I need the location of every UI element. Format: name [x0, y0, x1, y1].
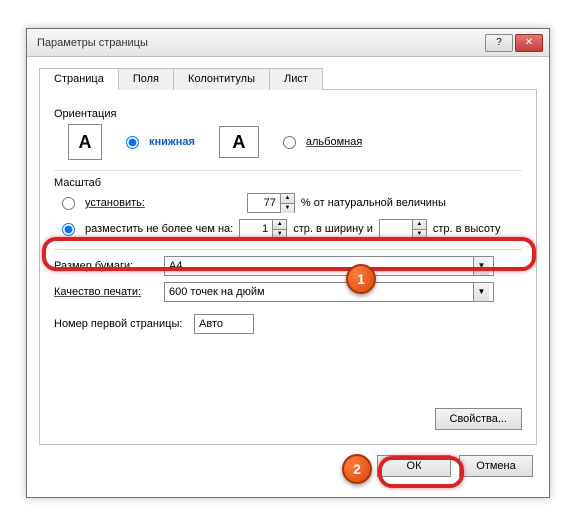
- ok-button[interactable]: ОК: [377, 455, 451, 477]
- radio-adjust[interactable]: установить:: [62, 197, 145, 210]
- chevron-down-icon: ▼: [473, 283, 489, 301]
- chevron-down-icon: ▼: [281, 204, 294, 213]
- chevron-down-icon: ▼: [273, 230, 286, 239]
- close-button[interactable]: ✕: [515, 34, 543, 52]
- print-quality-combo[interactable]: 600 точек на дюйм▼: [164, 282, 494, 302]
- paper-size-combo[interactable]: A4▼: [164, 256, 494, 276]
- fit-mid-label: стр. в ширину и: [293, 223, 373, 235]
- fit-height-spinner[interactable]: ▲▼: [379, 219, 427, 239]
- first-page-input[interactable]: Авто: [194, 314, 254, 334]
- chevron-down-icon: ▼: [473, 257, 489, 275]
- titlebar: Параметры страницы ? ✕: [27, 29, 549, 57]
- print-quality-label: Качество печати:: [54, 286, 164, 298]
- adjust-suffix: % от натуральной величины: [301, 197, 446, 209]
- fit-suffix-label: стр. в высоту: [433, 223, 501, 235]
- chevron-down-icon: ▼: [413, 230, 426, 239]
- chevron-up-icon: ▲: [273, 220, 286, 230]
- tab-content: Ориентация A книжная A альбомная Масштаб…: [39, 90, 537, 445]
- tab-sheet[interactable]: Лист: [269, 68, 323, 90]
- help-button[interactable]: ?: [485, 34, 513, 52]
- radio-portrait[interactable]: книжная: [126, 136, 195, 149]
- adjust-spinner[interactable]: ▲▼: [247, 193, 295, 213]
- paper-size-label: Размер бумаги:: [54, 260, 164, 272]
- tab-margins[interactable]: Поля: [118, 68, 174, 90]
- orientation-label: Ориентация: [54, 108, 522, 120]
- scale-label: Масштаб: [54, 177, 522, 189]
- radio-landscape[interactable]: альбомная: [283, 136, 362, 149]
- portrait-icon: A: [68, 124, 102, 160]
- tab-page[interactable]: Страница: [39, 68, 119, 90]
- first-page-label: Номер первой страницы:: [54, 318, 194, 330]
- chevron-up-icon: ▲: [281, 194, 294, 204]
- page-setup-dialog: Параметры страницы ? ✕ Страница Поля Кол…: [26, 28, 550, 498]
- tab-headerfooter[interactable]: Колонтитулы: [173, 68, 270, 90]
- radio-fit[interactable]: разместить не более чем на:: [62, 223, 233, 236]
- tab-strip: Страница Поля Колонтитулы Лист: [39, 67, 537, 90]
- fit-width-spinner[interactable]: ▲▼: [239, 219, 287, 239]
- dialog-title: Параметры страницы: [37, 37, 483, 49]
- properties-button[interactable]: Свойства...: [435, 408, 522, 430]
- cancel-button[interactable]: Отмена: [459, 455, 533, 477]
- chevron-up-icon: ▲: [413, 220, 426, 230]
- landscape-icon: A: [219, 126, 259, 158]
